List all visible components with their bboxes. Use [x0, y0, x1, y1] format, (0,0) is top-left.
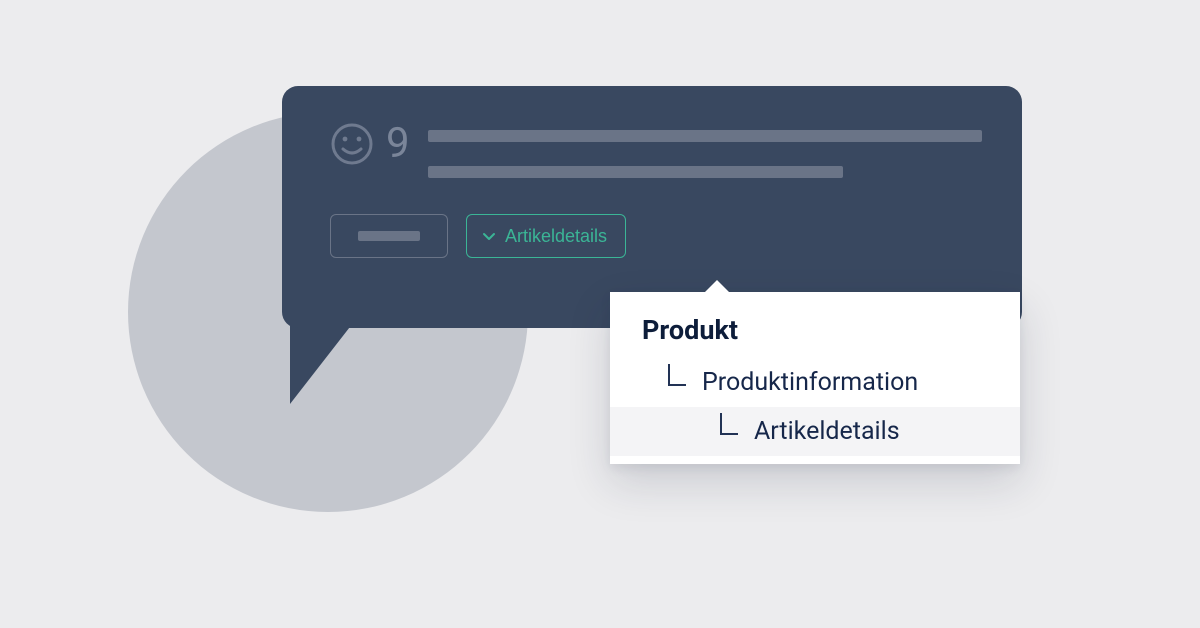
rating-value: 9: [386, 123, 410, 165]
smiley-icon: [330, 122, 374, 166]
breadcrumb-item-label: Produktinformation: [702, 368, 918, 397]
dropdown-arrow: [704, 280, 730, 293]
placeholder-button-label: [358, 231, 420, 241]
rating-group: 9: [330, 122, 410, 166]
article-details-button[interactable]: Artikeldetails: [466, 214, 626, 258]
breadcrumb-item-label: Artikeldetails: [754, 417, 900, 446]
text-line: [428, 130, 982, 142]
review-card-actions: Artikeldetails: [330, 214, 982, 258]
article-details-button-label: Artikeldetails: [505, 226, 607, 247]
placeholder-button[interactable]: [330, 214, 448, 258]
breadcrumb-dropdown: Produkt Produktinformation Artikeldetail…: [610, 292, 1020, 464]
tree-connector-icon: [666, 372, 688, 394]
text-line: [428, 166, 844, 178]
chevron-down-icon: [481, 228, 497, 244]
breadcrumb-root-title: Produkt: [610, 314, 1020, 358]
breadcrumb-item[interactable]: Produktinformation: [610, 358, 1020, 407]
tree-connector-icon: [718, 421, 740, 443]
review-text-placeholder: [428, 122, 982, 178]
review-card-header: 9: [330, 122, 982, 178]
breadcrumb-item[interactable]: Artikeldetails: [610, 407, 1020, 456]
